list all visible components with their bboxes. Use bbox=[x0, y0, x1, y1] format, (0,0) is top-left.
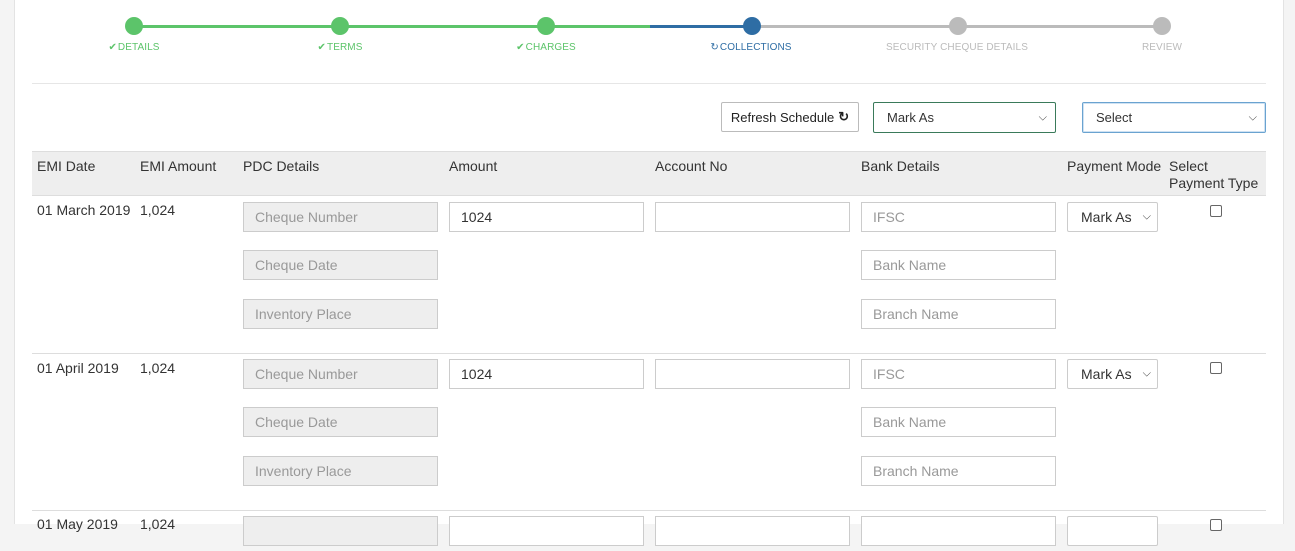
collections-card: ✔DETAILS ✔TERMS ✔CHARGES ↻COLLECTIONS SE… bbox=[14, 0, 1284, 546]
step-dot-collections[interactable] bbox=[743, 17, 761, 35]
inventory-place-field[interactable]: Inventory Place bbox=[243, 456, 438, 486]
stepper-connector bbox=[546, 25, 650, 28]
step-terms[interactable]: ✔TERMS bbox=[318, 42, 363, 53]
stepper-connector bbox=[958, 25, 1162, 28]
step-dot-security-cheque-details[interactable] bbox=[949, 17, 967, 35]
cheque-date-field[interactable]: Cheque Date bbox=[243, 250, 438, 280]
payment-mode-select[interactable]: Mark As ⌵ bbox=[1067, 202, 1158, 232]
step-dot-charges[interactable] bbox=[537, 17, 555, 35]
emi-date: 01 May 2019 bbox=[37, 516, 118, 532]
cheque-number-field[interactable]: Cheque Number bbox=[243, 359, 438, 389]
refresh-schedule-button[interactable]: Refresh Schedule ↻ bbox=[721, 102, 859, 132]
amount-field[interactable]: 1024 bbox=[449, 359, 644, 389]
chevron-down-icon: ⌵ bbox=[1248, 111, 1257, 123]
cheque-number-field[interactable] bbox=[243, 516, 438, 546]
select-payment-type-checkbox[interactable] bbox=[1210, 519, 1222, 531]
payment-mode-select[interactable]: Mark As ⌵ bbox=[1067, 359, 1158, 389]
step-details[interactable]: ✔DETAILS bbox=[108, 42, 159, 53]
header-select-payment-type: Select Payment Type bbox=[1169, 158, 1259, 191]
check-icon: ✔ bbox=[108, 42, 117, 53]
header-pdc-details: PDC Details bbox=[243, 158, 320, 174]
chevron-down-icon: ⌵ bbox=[1142, 367, 1151, 380]
chevron-down-icon: ⌵ bbox=[1142, 210, 1151, 223]
check-icon: ✔ bbox=[516, 42, 525, 53]
emi-amount: 1,024 bbox=[140, 202, 176, 218]
table-row: 01 April 2019 1,024 Cheque Number Cheque… bbox=[32, 354, 1266, 511]
emi-date: 01 March 2019 bbox=[37, 202, 131, 218]
progress-stepper: ✔DETAILS ✔TERMS ✔CHARGES ↻COLLECTIONS SE… bbox=[15, 0, 1283, 84]
bank-name-field[interactable]: Bank Name bbox=[861, 250, 1056, 280]
step-security-cheque-details[interactable]: SECURITY CHEQUE DETAILS bbox=[886, 42, 1028, 53]
bank-name-field[interactable]: Bank Name bbox=[861, 407, 1056, 437]
step-review[interactable]: REVIEW bbox=[1142, 42, 1182, 53]
select-payment-type-checkbox[interactable] bbox=[1210, 205, 1222, 217]
step-dot-review[interactable] bbox=[1153, 17, 1171, 35]
ifsc-field[interactable]: IFSC bbox=[861, 202, 1056, 232]
account-no-field[interactable] bbox=[655, 202, 850, 232]
header-account-no: Account No bbox=[655, 158, 728, 174]
inventory-place-field[interactable]: Inventory Place bbox=[243, 299, 438, 329]
branch-name-field[interactable]: Branch Name bbox=[861, 299, 1056, 329]
amount-field[interactable] bbox=[449, 516, 644, 546]
stepper-connector bbox=[340, 25, 546, 28]
select-payment-type-checkbox[interactable] bbox=[1210, 362, 1222, 374]
step-dot-terms[interactable] bbox=[331, 17, 349, 35]
stepper-connector bbox=[650, 25, 752, 28]
ifsc-field[interactable] bbox=[861, 516, 1056, 546]
mark-as-select[interactable]: Mark As ⌵ bbox=[873, 102, 1056, 133]
payment-type-select[interactable]: Select ⌵ bbox=[1082, 102, 1266, 133]
header-emi-date: EMI Date bbox=[37, 158, 96, 174]
check-icon: ✔ bbox=[317, 42, 326, 53]
payment-mode-select[interactable] bbox=[1067, 516, 1158, 546]
header-emi-amount: EMI Amount bbox=[140, 158, 217, 174]
emi-amount: 1,024 bbox=[140, 516, 176, 532]
emi-amount: 1,024 bbox=[140, 360, 176, 376]
emi-date: 01 April 2019 bbox=[37, 360, 119, 376]
amount-field[interactable]: 1024 bbox=[449, 202, 644, 232]
cheque-number-field[interactable]: Cheque Number bbox=[243, 202, 438, 232]
header-bank-details: Bank Details bbox=[861, 158, 940, 174]
stepper-connector bbox=[134, 25, 340, 28]
refresh-icon: ↻ bbox=[838, 109, 850, 124]
table-row: 01 March 2019 1,024 Cheque Number Cheque… bbox=[32, 196, 1266, 354]
account-no-field[interactable] bbox=[655, 359, 850, 389]
step-dot-details[interactable] bbox=[125, 17, 143, 35]
table-header: EMI Date EMI Amount PDC Details Amount A… bbox=[32, 151, 1266, 196]
header-amount: Amount bbox=[449, 158, 498, 174]
table-row: 01 May 2019 1,024 bbox=[32, 511, 1266, 551]
stepper-connector bbox=[752, 25, 958, 28]
branch-name-field[interactable]: Branch Name bbox=[861, 456, 1056, 486]
divider bbox=[32, 83, 1266, 84]
cheque-date-field[interactable]: Cheque Date bbox=[243, 407, 438, 437]
account-no-field[interactable] bbox=[655, 516, 850, 546]
step-collections[interactable]: ↻COLLECTIONS bbox=[710, 42, 791, 53]
header-payment-mode: Payment Mode bbox=[1067, 158, 1162, 174]
ifsc-field[interactable]: IFSC bbox=[861, 359, 1056, 389]
chevron-down-icon: ⌵ bbox=[1038, 111, 1047, 123]
refresh-icon: ↻ bbox=[710, 42, 719, 53]
step-charges[interactable]: ✔CHARGES bbox=[516, 42, 576, 53]
